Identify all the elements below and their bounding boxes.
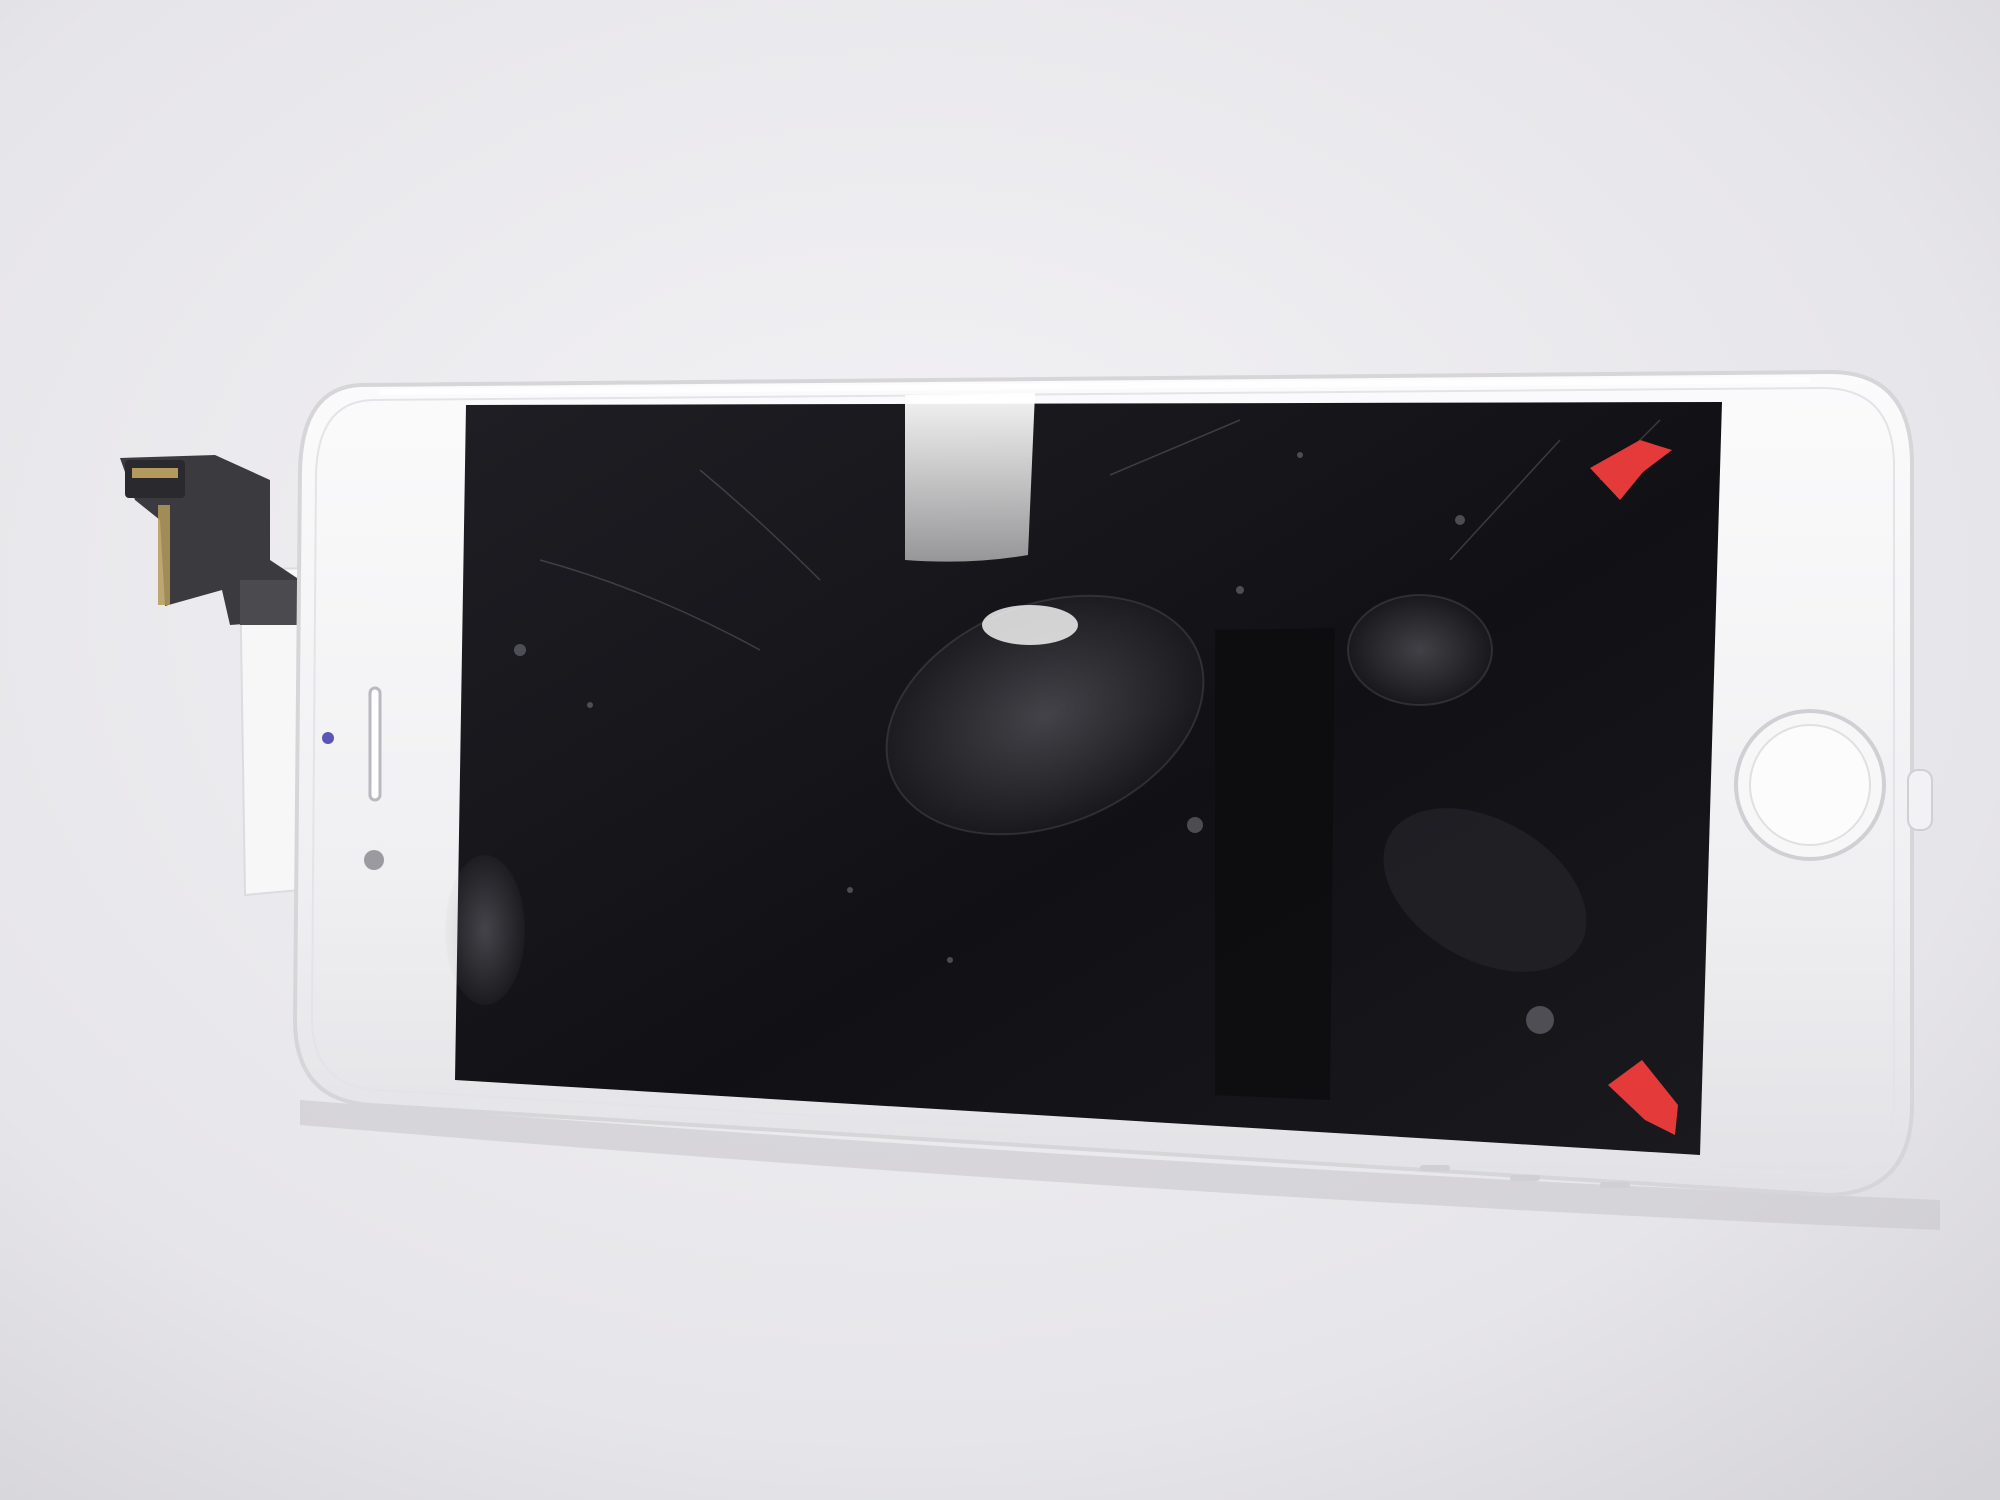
phone-screen-photo [0, 0, 2000, 1500]
front-camera-icon [322, 732, 334, 744]
smudge-right [1347, 594, 1493, 706]
screen-reflection [1215, 628, 1335, 1100]
earpiece-icon [368, 686, 382, 802]
smudge-highlight [982, 605, 1078, 645]
photo-scene [0, 0, 2000, 1500]
sensor-icon [364, 850, 384, 870]
home-button-icon [1734, 709, 1886, 861]
screen-glare [905, 393, 1035, 562]
connector-contacts [158, 505, 170, 605]
connector-pins [132, 468, 178, 478]
connector-plug [125, 460, 185, 498]
side-notch [1907, 769, 1933, 831]
smudge-left [445, 855, 525, 1005]
flex-ribbon [240, 580, 298, 625]
